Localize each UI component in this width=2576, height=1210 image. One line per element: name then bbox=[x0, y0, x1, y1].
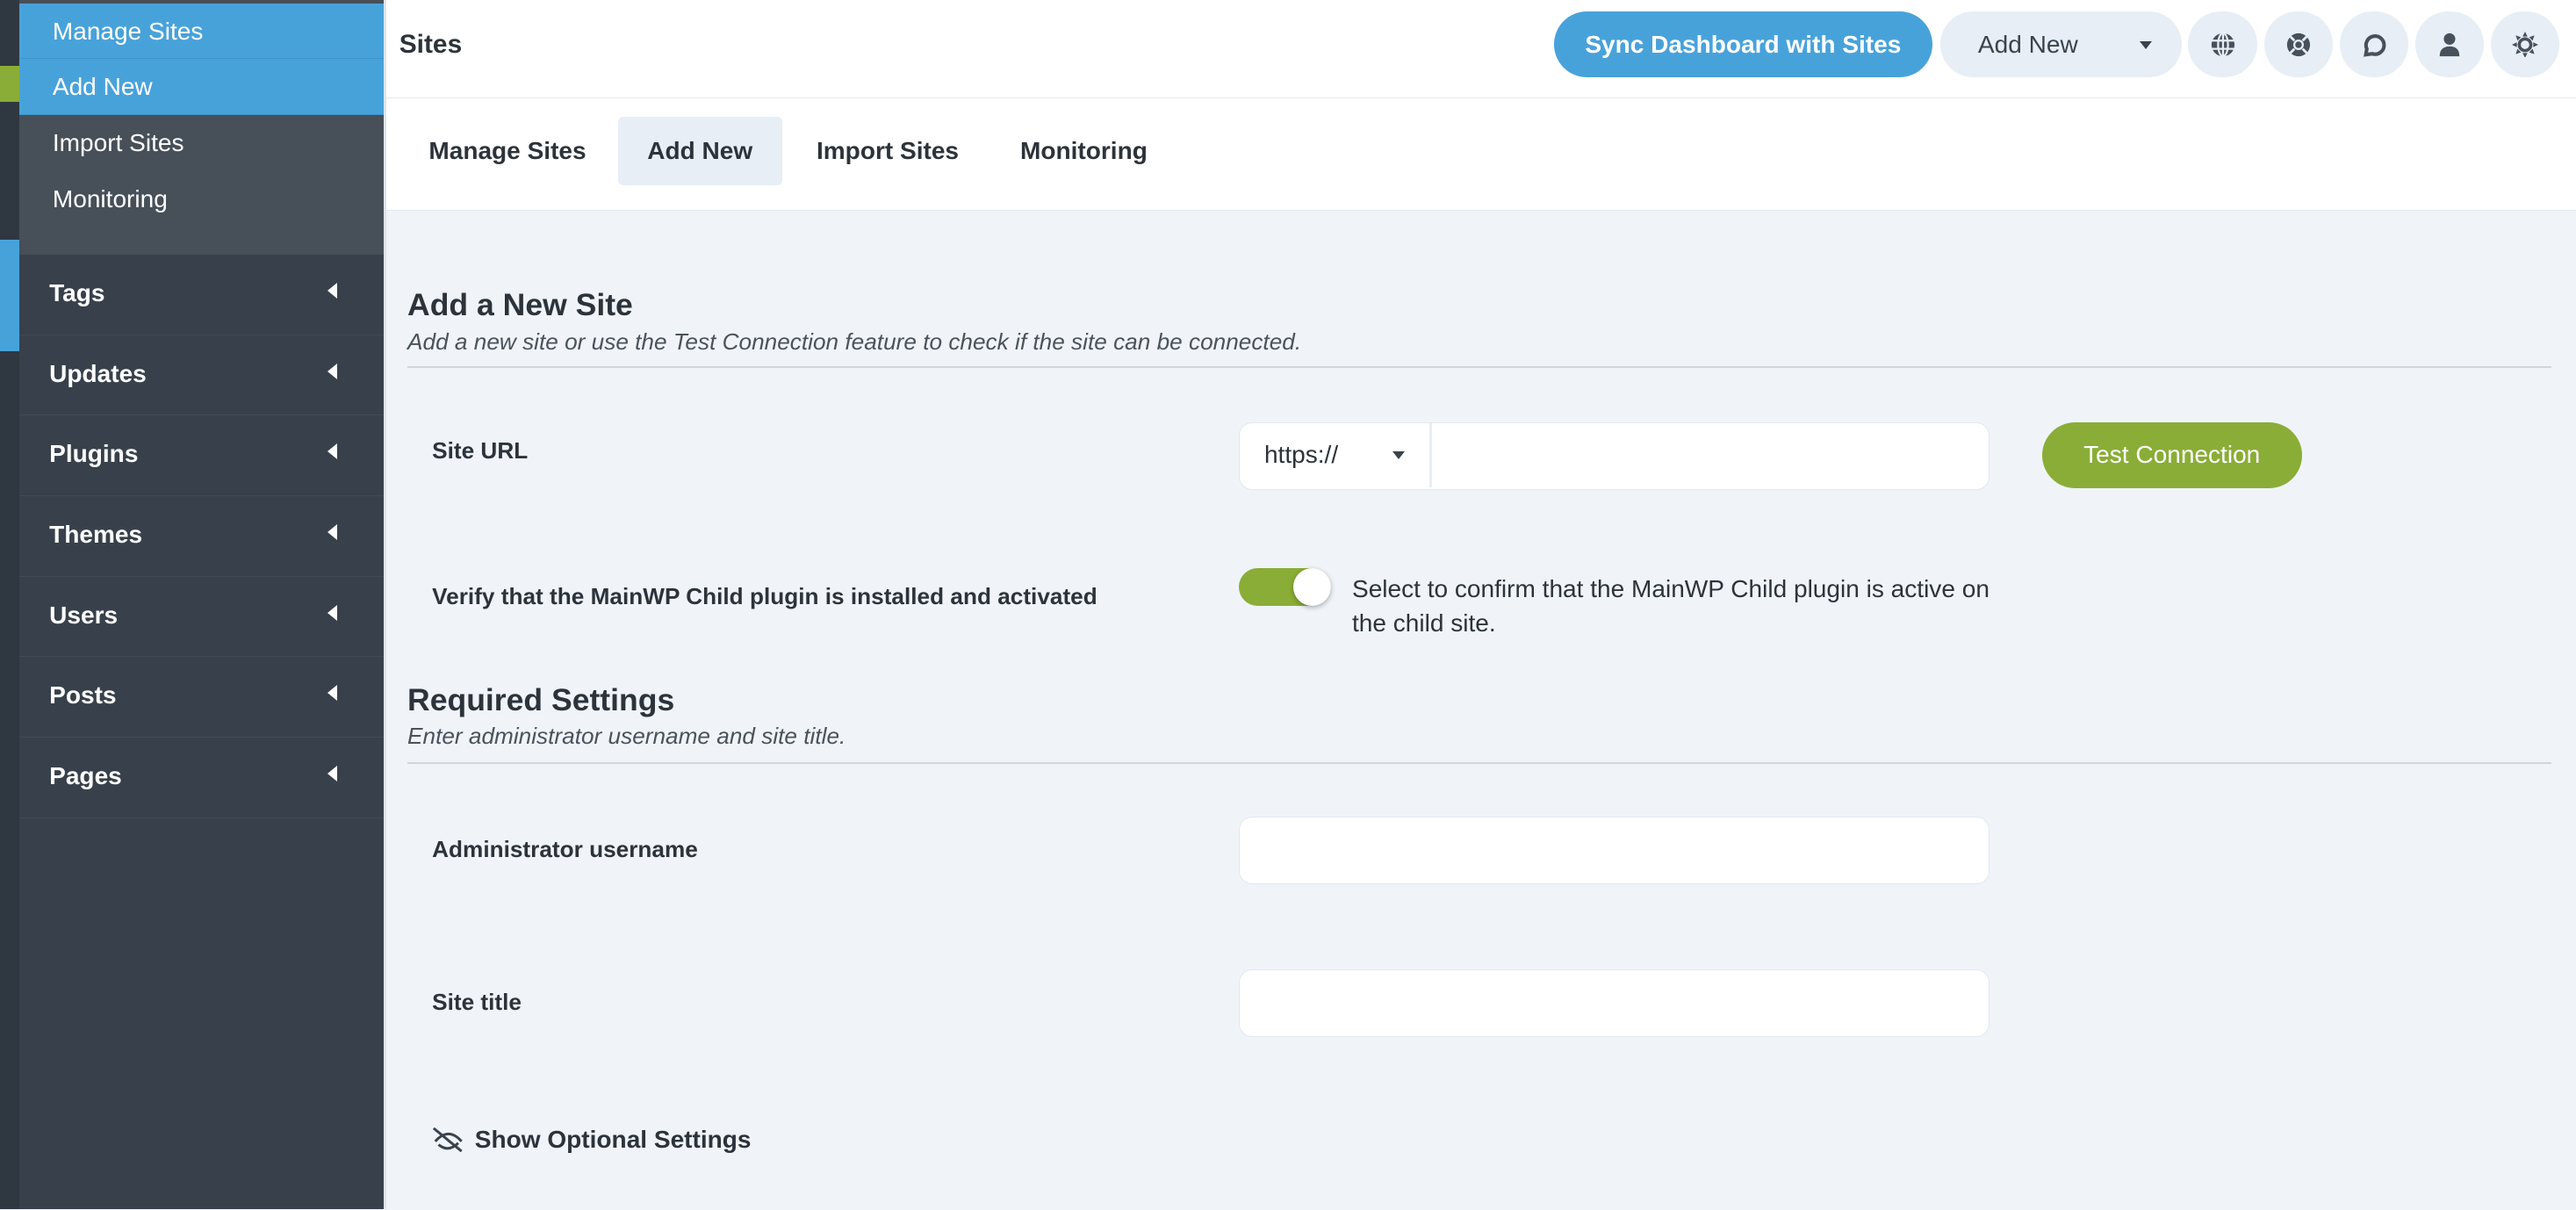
sidebar-item-themes[interactable]: Themes bbox=[19, 496, 384, 577]
globe-button[interactable] bbox=[2188, 11, 2257, 77]
tab-import-sites[interactable]: Import Sites bbox=[787, 117, 988, 186]
verify-label: Verify that the MainWP Child plugin is i… bbox=[432, 583, 1097, 610]
verify-toggle[interactable] bbox=[1238, 568, 1331, 607]
support-button[interactable] bbox=[2263, 11, 2334, 77]
chevron-down-icon bbox=[1392, 450, 1405, 459]
submenu-manage-sites[interactable]: Manage Sites bbox=[19, 3, 384, 60]
top-header: Sites Sync Dashboard with Sites Add New bbox=[385, 0, 2576, 99]
chat-icon bbox=[2363, 33, 2386, 57]
site-title-label: Site title bbox=[432, 989, 522, 1016]
admin-username-label: Administrator username bbox=[432, 836, 698, 863]
sidebar-item-updates[interactable]: Updates bbox=[19, 335, 384, 416]
sync-dashboard-button[interactable]: Sync Dashboard with Sites bbox=[1554, 11, 1932, 77]
site-url-group: https:// bbox=[1238, 421, 1990, 490]
menu-label: Themes bbox=[49, 521, 143, 549]
menu-label: Users bbox=[49, 601, 119, 629]
caret-left-icon bbox=[327, 363, 338, 379]
sidebar-item-users[interactable]: Users bbox=[19, 577, 384, 658]
page-title: Sites bbox=[399, 29, 463, 59]
globe-icon bbox=[2211, 32, 2234, 57]
site-url-input[interactable] bbox=[1436, 423, 1989, 487]
tab-manage-sites[interactable]: Manage Sites bbox=[399, 117, 616, 186]
sidebar-item-posts[interactable]: Posts bbox=[19, 657, 384, 738]
protocol-value: https:// bbox=[1263, 440, 1339, 468]
eye-slash-icon bbox=[433, 1127, 463, 1153]
protocol-select[interactable]: https:// bbox=[1240, 422, 1432, 487]
site-title-input[interactable] bbox=[1238, 969, 1990, 1037]
collapsed-nav-strip bbox=[0, 0, 20, 1210]
submenu-monitoring[interactable]: Monitoring bbox=[19, 171, 383, 227]
chat-button[interactable] bbox=[2339, 11, 2409, 77]
chevron-down-icon bbox=[2140, 40, 2153, 49]
theme-toggle-button[interactable] bbox=[2490, 11, 2560, 77]
site-url-label: Site URL bbox=[432, 436, 529, 464]
tab-bar: Manage Sites Add New Import Sites Monito… bbox=[385, 98, 2576, 211]
caret-left-icon bbox=[327, 523, 338, 540]
submenu-import-sites[interactable]: Import Sites bbox=[19, 115, 383, 171]
sidebar-item-pages[interactable]: Pages bbox=[19, 738, 384, 818]
admin-username-input[interactable] bbox=[1238, 816, 1990, 884]
menu-label: Plugins bbox=[49, 440, 139, 468]
section-title-add-site: Add a New Site bbox=[407, 287, 633, 323]
test-connection-button[interactable]: Test Connection bbox=[2041, 421, 2302, 488]
menu-label: Posts bbox=[49, 681, 117, 709]
caret-left-icon bbox=[327, 282, 338, 299]
toggle-knob bbox=[1292, 568, 1331, 607]
menu-label: Updates bbox=[49, 359, 147, 387]
show-optional-settings-toggle[interactable]: Show Optional Settings bbox=[432, 1125, 752, 1154]
caret-left-icon bbox=[327, 443, 338, 460]
sidebar-item-plugins[interactable]: Plugins bbox=[19, 415, 384, 497]
show-optional-label: Show Optional Settings bbox=[474, 1125, 752, 1153]
caret-left-icon bbox=[327, 765, 338, 781]
tab-add-new[interactable]: Add New bbox=[617, 116, 782, 186]
sidebar-item-tags[interactable]: Tags bbox=[19, 255, 384, 335]
menu-label: Tags bbox=[49, 279, 105, 307]
add-new-label: Add New bbox=[1977, 30, 2078, 58]
lifebuoy-icon bbox=[2286, 32, 2310, 56]
section-description: Enter administrator username and site ti… bbox=[407, 723, 846, 750]
divider bbox=[407, 762, 2551, 765]
menu-label: Pages bbox=[49, 762, 122, 790]
user-icon bbox=[2439, 32, 2460, 56]
divider bbox=[407, 366, 2551, 369]
section-title-required: Required Settings bbox=[407, 681, 675, 717]
submenu-add-new[interactable]: Add New bbox=[19, 59, 384, 115]
sidebar: Manage Sites Add New Import Sites Monito… bbox=[19, 0, 386, 1210]
section-description: Add a new site or use the Test Connectio… bbox=[407, 328, 1302, 356]
sites-submenu: Manage Sites Add New Import Sites Monito… bbox=[19, 0, 384, 256]
tab-monitoring[interactable]: Monitoring bbox=[990, 117, 1176, 186]
sun-icon bbox=[2512, 31, 2538, 58]
caret-left-icon bbox=[327, 604, 338, 621]
caret-left-icon bbox=[327, 685, 338, 702]
add-new-dropdown[interactable]: Add New bbox=[1939, 11, 2182, 77]
profile-button[interactable] bbox=[2414, 11, 2485, 77]
verify-description: Select to confirm that the MainWP Child … bbox=[1351, 575, 1990, 637]
